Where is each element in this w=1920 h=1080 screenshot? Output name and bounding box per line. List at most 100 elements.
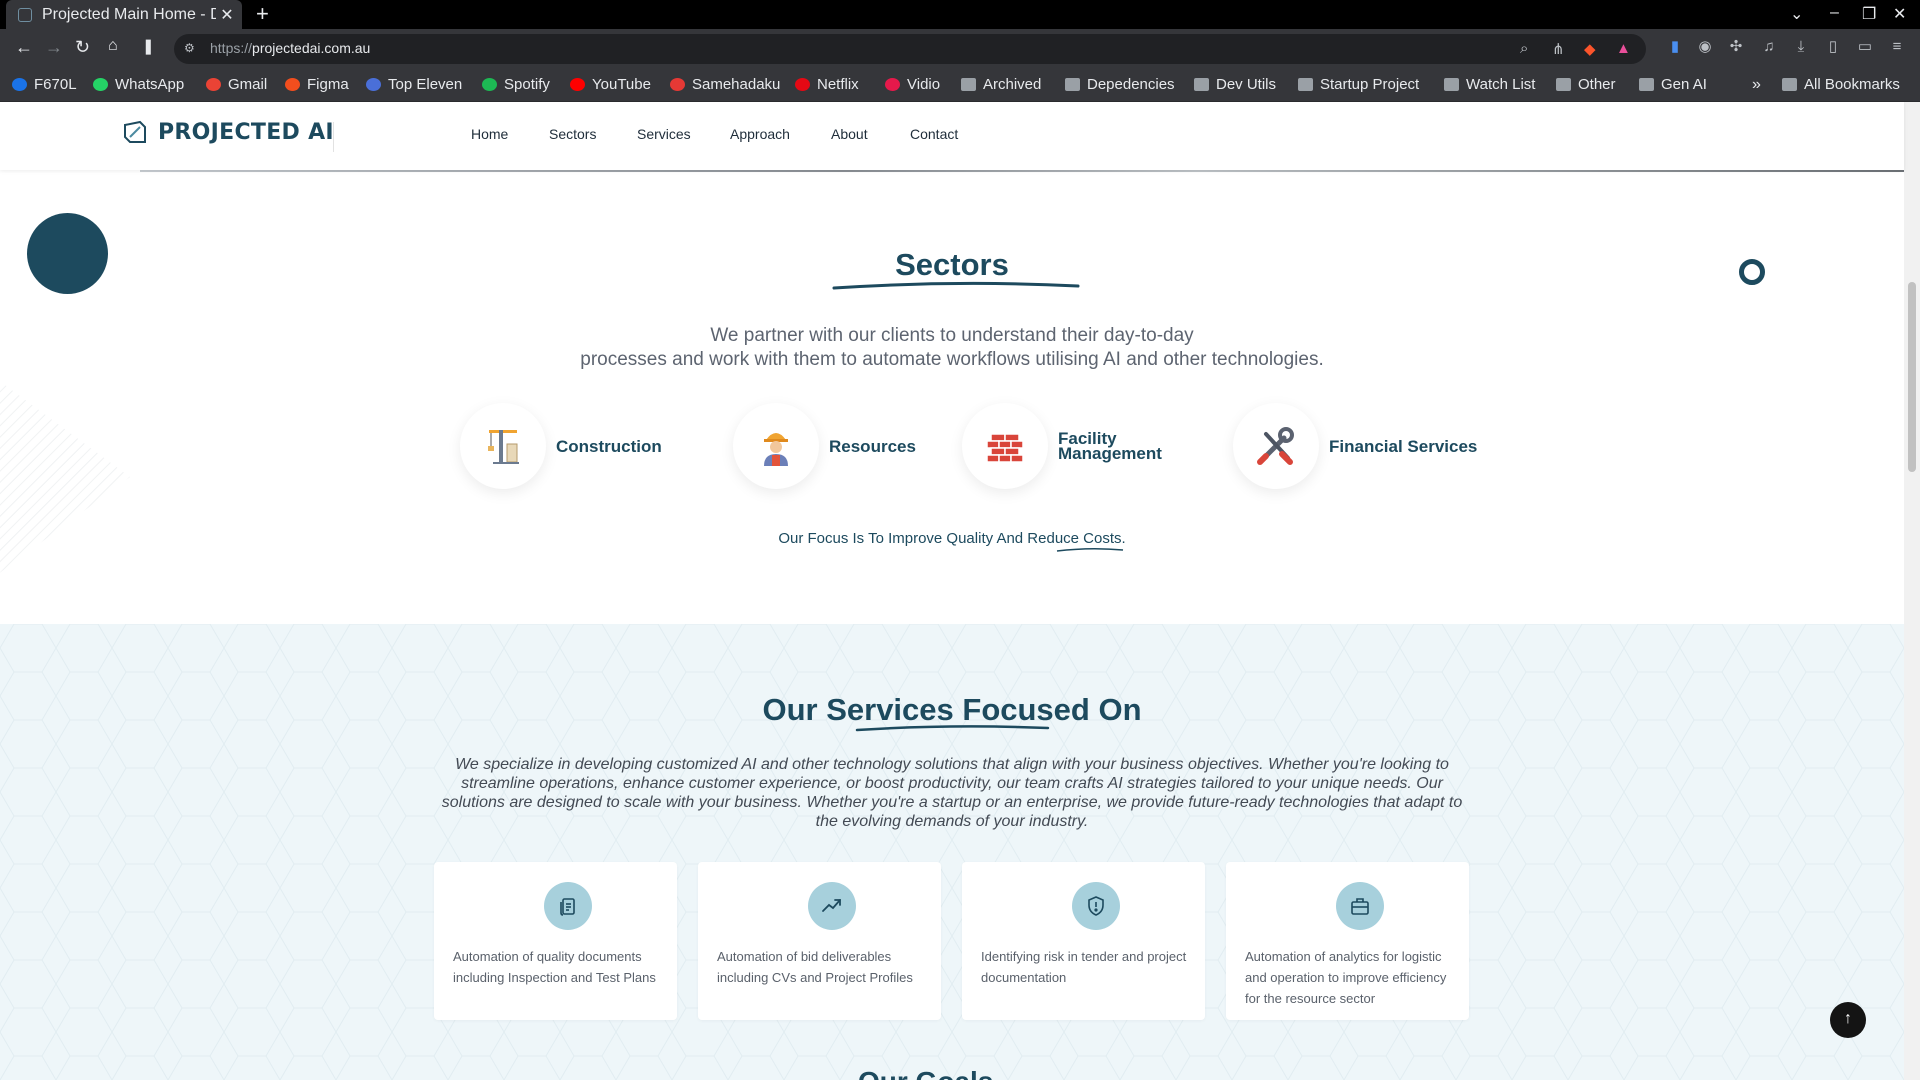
bookmark-label: Samehadaku	[692, 76, 781, 93]
bookmark-samehadaku[interactable]: Samehadaku	[670, 76, 780, 93]
bookmark-gmail[interactable]: Gmail	[206, 76, 267, 93]
shield-alert-icon	[1072, 882, 1120, 930]
nav-home[interactable]: Home	[471, 126, 508, 142]
sector-financial-services[interactable]: Financial Services	[1233, 402, 1477, 490]
extensions-icon[interactable]: ✣	[1728, 39, 1744, 55]
page-scrollbar[interactable]	[1904, 102, 1920, 1080]
services-title-underline	[855, 725, 1050, 732]
bookmark-startup-project[interactable]: Startup Project	[1298, 76, 1419, 93]
sector-label: Construction	[556, 436, 662, 456]
bookmark-other[interactable]: Other	[1556, 76, 1616, 93]
bookmark-vidio[interactable]: Vidio	[885, 76, 940, 93]
folder-icon	[1444, 78, 1459, 91]
close-window-icon[interactable]: ✕	[1893, 4, 1906, 24]
bookmarks-overflow-button[interactable]: »	[1752, 76, 1761, 94]
folder-icon	[1065, 78, 1080, 91]
bookmark-label: Depedencies	[1087, 76, 1175, 93]
tab-search-icon[interactable]: ⌄	[1790, 4, 1803, 24]
service-text: Automation of analytics for logistic and…	[1245, 949, 1447, 1006]
bookmark-label: YouTube	[592, 76, 651, 93]
logo-text: PROJECTED AI	[158, 119, 334, 145]
nav-contact[interactable]: Contact	[910, 126, 958, 142]
reload-icon[interactable]: ↻	[75, 37, 90, 58]
documents-icon	[544, 882, 592, 930]
brave-rewards-icon[interactable]: ▲	[1616, 40, 1631, 57]
site-header: PROJECTED AI Home Sectors Services Appro…	[0, 102, 1904, 170]
nav-sectors[interactable]: Sectors	[549, 126, 596, 142]
bookmark-dev-utils[interactable]: Dev Utils	[1194, 76, 1276, 93]
bookmark-watch-list[interactable]: Watch List	[1444, 76, 1535, 93]
netflix-icon	[795, 78, 810, 91]
bookmark-netflix[interactable]: Netflix	[795, 76, 859, 93]
spotify-icon	[482, 78, 497, 91]
service-card: Identifying risk in tender and project d…	[962, 862, 1205, 1020]
sector-label: Financial Services	[1329, 436, 1478, 456]
worker-icon	[733, 403, 819, 489]
bookmark-youtube[interactable]: YouTube	[570, 76, 651, 93]
close-tab-icon[interactable]: ✕	[216, 5, 238, 25]
bookmark-label: Vidio	[907, 76, 941, 93]
browser-toolbar: ← → ↻ ⌂ ❚ ⚙ https://projectedai.com.au ⌕…	[0, 29, 1920, 69]
service-text: Automation of quality documents includin…	[453, 949, 656, 985]
bookmark-label: Gmail	[228, 76, 268, 93]
sidebar-icon[interactable]: ▯	[1825, 39, 1841, 55]
bookmark-label: Figma	[307, 76, 349, 93]
minimize-icon[interactable]: –	[1830, 4, 1839, 22]
folder-icon	[1298, 78, 1313, 91]
bookmark-label: Spotify	[504, 76, 550, 93]
bookmark-label: Startup Project	[1320, 76, 1420, 93]
browser-tab-strip: Projected Main Home - De ✕ + ⌄ – ❐ ✕	[0, 0, 1920, 29]
whatsapp-icon	[93, 78, 108, 91]
share-icon[interactable]: ⋔	[1552, 40, 1565, 58]
header-divider	[333, 122, 334, 152]
bookmark-f670l[interactable]: F670L	[12, 76, 77, 93]
new-tab-button[interactable]: +	[256, 1, 269, 27]
service-card: Automation of bid deliverables including…	[698, 862, 941, 1020]
extension-docs-icon[interactable]: ▮	[1667, 39, 1683, 55]
screenshot-icon[interactable]: ◉	[1697, 39, 1713, 55]
all-bookmarks-button[interactable]: All Bookmarks	[1782, 76, 1900, 93]
sector-construction[interactable]: Construction	[460, 402, 662, 490]
bookmark-label: Top Eleven	[388, 76, 463, 93]
browser-tab[interactable]: Projected Main Home - De ✕	[6, 0, 242, 29]
zoom-icon[interactable]: ⌕	[1520, 40, 1528, 57]
nav-about[interactable]: About	[831, 126, 868, 142]
media-icon[interactable]: ♫	[1761, 39, 1777, 55]
brave-shields-icon[interactable]: ◆	[1584, 40, 1596, 58]
back-icon[interactable]: ←	[15, 37, 33, 58]
forward-icon[interactable]: →	[45, 37, 63, 58]
scrollbar-thumb[interactable]	[1908, 282, 1916, 472]
bookmarks-bar: F670L WhatsApp Gmail Figma Top Eleven Spotify…	[0, 69, 1920, 102]
sector-label: Facility Management	[1058, 429, 1162, 463]
nav-services[interactable]: Services	[637, 126, 691, 142]
bookmark-gen-ai[interactable]: Gen AI	[1639, 76, 1707, 93]
focus-underline	[1056, 547, 1124, 552]
vidio-icon	[885, 78, 900, 91]
bookmark-label: Dev Utils	[1216, 76, 1277, 93]
logo-mark-icon	[124, 120, 146, 143]
samehadaku-icon	[670, 78, 685, 91]
youtube-icon	[570, 78, 585, 91]
bookmark-whatsapp[interactable]: WhatsApp	[93, 76, 184, 93]
bookmark-icon[interactable]: ❚	[142, 37, 155, 55]
menu-icon[interactable]: ≡	[1889, 39, 1905, 55]
bookmark-top-eleven[interactable]: Top Eleven	[366, 76, 462, 93]
downloads-icon[interactable]: ⤓	[1793, 39, 1809, 55]
back-to-top-button[interactable]: ↑	[1830, 1002, 1866, 1038]
site-info-icon[interactable]: ⚙	[184, 41, 198, 55]
restore-icon[interactable]: ❐	[1862, 4, 1876, 24]
decorative-stripes	[0, 381, 130, 573]
bookmark-archived[interactable]: Archived	[961, 76, 1041, 93]
bookmark-figma[interactable]: Figma	[285, 76, 349, 93]
wallet-icon[interactable]: ▭	[1857, 39, 1873, 55]
sector-resources[interactable]: Resources	[733, 402, 916, 490]
bookmark-depedencies[interactable]: Depedencies	[1065, 76, 1175, 93]
address-bar[interactable]: ⚙ https://projectedai.com.au ⌕ ⋔ ◆ ▲	[174, 34, 1646, 64]
site-logo[interactable]: PROJECTED AI	[122, 119, 334, 145]
bookmark-spotify[interactable]: Spotify	[482, 76, 550, 93]
home-icon[interactable]: ⌂	[108, 37, 118, 55]
nav-approach[interactable]: Approach	[730, 126, 790, 142]
title-underline	[832, 281, 1080, 290]
sector-facility-management[interactable]: Facility Management	[962, 402, 1162, 490]
trending-up-icon	[808, 882, 856, 930]
